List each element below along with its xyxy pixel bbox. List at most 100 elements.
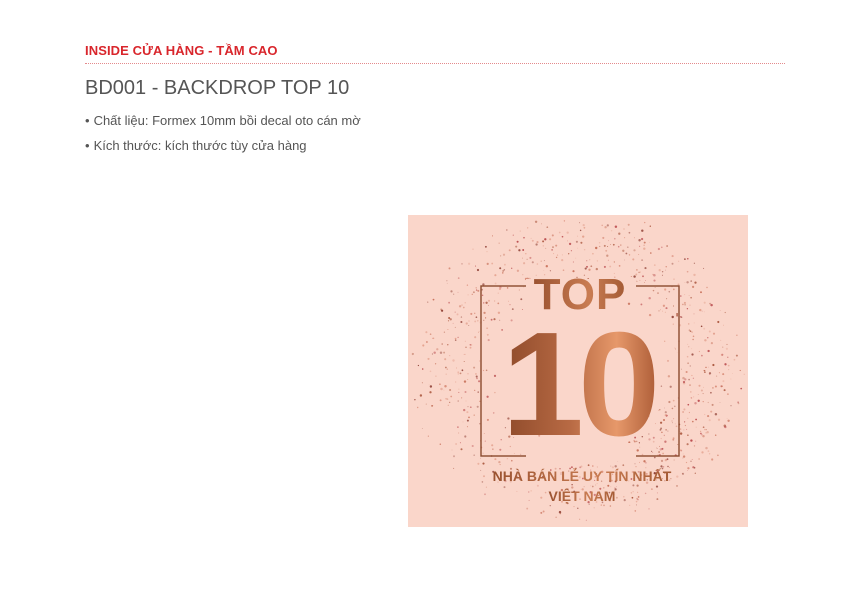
glitter-dot — [643, 241, 646, 244]
glitter-dot — [518, 289, 520, 291]
glitter-dot — [719, 309, 721, 312]
glitter-dot — [664, 411, 667, 414]
glitter-dot — [577, 507, 579, 510]
glitter-dot — [552, 246, 554, 248]
glitter-dot — [700, 432, 702, 435]
glitter-dot — [689, 365, 692, 367]
spec-item-size: • Kích thước: kích thước tùy cửa hàng — [85, 133, 361, 158]
glitter-dot — [572, 261, 574, 263]
glitter-dot — [477, 462, 480, 465]
glitter-dot — [473, 366, 476, 369]
glitter-dot — [523, 236, 525, 239]
glitter-dot — [665, 266, 667, 268]
glitter-dot — [658, 451, 661, 453]
glitter-dot — [686, 443, 689, 446]
glitter-dot — [460, 397, 463, 399]
glitter-dot — [652, 289, 655, 292]
glitter-dot — [463, 408, 466, 412]
spec-size-text: Kích thước: kích thước tùy cửa hàng — [93, 138, 307, 153]
glitter-dot — [660, 459, 664, 463]
glitter-dot — [540, 260, 542, 262]
glitter-dot — [693, 262, 696, 264]
glitter-dot — [623, 228, 625, 230]
glitter-dot — [544, 238, 547, 241]
glitter-dot — [703, 301, 706, 304]
glitter-dot — [453, 293, 455, 295]
glitter-dot — [680, 295, 682, 297]
glitter-dot — [684, 378, 687, 381]
glitter-dot — [526, 258, 528, 260]
bullet-icon: • — [85, 138, 90, 153]
glitter-dot — [483, 475, 485, 478]
glitter-dot — [461, 263, 463, 265]
glitter-dot — [493, 318, 496, 321]
glitter-dot — [687, 470, 689, 471]
glitter-dot — [664, 288, 667, 291]
glitter-dot — [523, 262, 526, 265]
glitter-dot — [643, 244, 645, 247]
glitter-dot — [606, 254, 609, 257]
glitter-dot — [636, 484, 639, 487]
glitter-dot — [481, 481, 484, 483]
glitter-dot — [464, 353, 466, 355]
glitter-dot — [485, 486, 487, 488]
glitter-dot — [689, 384, 691, 386]
glitter-dot — [474, 265, 477, 267]
glitter-dot — [444, 385, 447, 388]
glitter-dot — [457, 371, 460, 374]
glitter-dot — [630, 492, 633, 494]
glitter-dot — [432, 298, 435, 301]
glitter-dot — [687, 466, 690, 470]
glitter-dot — [486, 395, 489, 398]
glitter-dot — [429, 385, 433, 388]
glitter-dot — [421, 428, 423, 429]
glitter-dot — [692, 377, 695, 379]
glitter-dot — [702, 426, 705, 429]
glitter-dot — [466, 419, 469, 422]
glitter-dot — [723, 324, 724, 326]
glitter-dot — [419, 394, 423, 397]
glitter-dot — [566, 240, 568, 242]
art-slogan-line1: NHÀ BÁN LẺ UY TÍN NHẤT — [493, 468, 672, 484]
glitter-dot — [445, 373, 447, 375]
glitter-dot — [447, 320, 450, 322]
glitter-dot — [691, 348, 693, 350]
glitter-dot — [518, 249, 521, 252]
glitter-dot — [431, 353, 433, 355]
glitter-dot — [634, 510, 637, 512]
glitter-dot — [486, 251, 488, 253]
glitter-dot — [618, 265, 621, 267]
glitter-dot — [480, 469, 482, 471]
glitter-dot — [579, 229, 582, 232]
glitter-dot — [531, 261, 534, 264]
glitter-dot — [417, 364, 420, 367]
glitter-dot — [721, 385, 723, 388]
glitter-dot — [508, 249, 511, 252]
glitter-dot — [704, 371, 706, 373]
glitter-dot — [471, 444, 474, 448]
glitter-dot — [702, 401, 704, 403]
glitter-dot — [691, 353, 694, 356]
glitter-dot — [494, 274, 497, 277]
glitter-dot — [717, 454, 719, 457]
glitter-dot — [494, 391, 496, 394]
glitter-dot — [515, 245, 518, 248]
glitter-dot — [704, 339, 707, 342]
glitter-dot — [706, 431, 709, 434]
glitter-dot — [456, 367, 457, 369]
glitter-dot — [577, 247, 579, 249]
glitter-dot — [462, 421, 464, 423]
glitter-dot — [698, 350, 701, 353]
glitter-dot — [692, 466, 695, 469]
glitter-dot — [503, 486, 506, 489]
glitter-dot — [710, 342, 713, 345]
glitter-dot — [595, 484, 597, 486]
glitter-dot — [632, 258, 635, 261]
glitter-dot — [668, 290, 671, 293]
glitter-dot — [726, 343, 728, 345]
glitter-dot — [613, 261, 615, 263]
glitter-dot — [641, 229, 644, 232]
glitter-dot — [727, 356, 729, 358]
glitter-dot — [633, 237, 635, 239]
glitter-dot — [672, 438, 675, 441]
